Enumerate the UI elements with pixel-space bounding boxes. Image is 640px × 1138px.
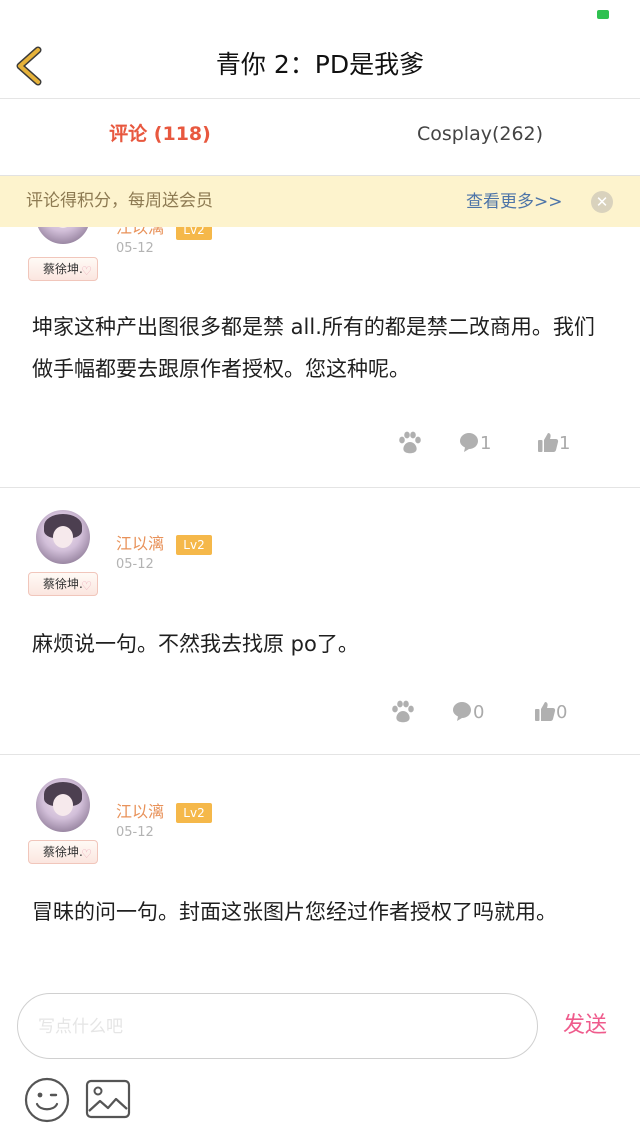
like-button[interactable]: 0 <box>534 700 567 725</box>
comment-date: 05-12 <box>116 825 154 840</box>
nav-divider <box>0 98 640 99</box>
paw-button[interactable] <box>390 699 416 732</box>
image-button[interactable] <box>85 1079 131 1121</box>
comment-input-box[interactable] <box>17 993 538 1059</box>
battery-icon <box>597 10 609 19</box>
reply-button[interactable]: 0 <box>451 700 484 725</box>
fan-badge-label: 蔡徐坤. <box>43 845 83 859</box>
thumbs-up-icon <box>535 702 556 721</box>
reply-count: 1 <box>480 433 492 454</box>
paw-icon <box>392 700 414 723</box>
image-icon <box>85 1079 131 1119</box>
avatar[interactable] <box>36 778 90 832</box>
comment-content: 坤家这种产出图很多都是禁 all.所有的都是禁二改商用。我们做手幅都要去跟原作者… <box>32 315 595 381</box>
comment-date: 05-12 <box>116 557 154 572</box>
like-count: 1 <box>559 433 571 454</box>
comment-divider <box>0 754 640 755</box>
emoji-button[interactable] <box>24 1077 70 1123</box>
paw-icon <box>399 431 421 454</box>
comment-username[interactable]: 江以漓 <box>116 801 164 823</box>
level-badge: Lv2 <box>176 803 212 823</box>
like-count: 0 <box>556 702 568 723</box>
reply-button[interactable]: 1 <box>458 431 491 456</box>
comment-date: 05-12 <box>116 241 154 256</box>
heart-icon: ♡ <box>81 579 92 593</box>
tab-comments[interactable]: 评论 (118) <box>60 118 260 150</box>
comment-content: 麻烦说一句。不然我去找原 po了。 <box>32 632 359 656</box>
heart-icon: ♡ <box>81 264 92 278</box>
fan-badge: 蔡徐坤. ♡ <box>28 840 98 864</box>
comment-bubble-icon <box>453 702 471 721</box>
avatar[interactable] <box>36 510 90 564</box>
fan-badge-label: 蔡徐坤. <box>43 577 83 591</box>
tab-cosplay[interactable]: Cosplay(262) <box>380 118 580 150</box>
smiley-icon <box>24 1077 70 1123</box>
page-title: 青你 2：PD是我爹 <box>215 50 425 79</box>
reply-count: 0 <box>473 702 485 723</box>
thumbs-up-icon <box>538 433 559 452</box>
comment-content: 冒昧的问一句。封面这张图片您经过作者授权了吗就用。 <box>32 900 557 924</box>
close-icon[interactable]: ✕ <box>591 191 613 213</box>
fan-badge-label: 蔡徐坤. <box>43 262 83 276</box>
paw-button[interactable] <box>397 430 423 463</box>
heart-icon: ♡ <box>81 847 92 861</box>
notice-text: 评论得积分，每周送会员 <box>26 191 213 211</box>
comment-divider <box>0 487 640 488</box>
fan-badge: 蔡徐坤. ♡ <box>28 572 98 596</box>
comment-input[interactable] <box>36 1013 520 1041</box>
comment-username[interactable]: 江以漓 <box>116 533 164 555</box>
fan-badge: 蔡徐坤. ♡ <box>28 257 98 281</box>
send-button[interactable]: 发送 <box>563 1010 607 1042</box>
level-badge: Lv2 <box>176 535 212 555</box>
notice-more-link[interactable]: 查看更多>> <box>466 189 563 215</box>
comment-bubble-icon <box>460 433 478 452</box>
like-button[interactable]: 1 <box>537 431 570 456</box>
